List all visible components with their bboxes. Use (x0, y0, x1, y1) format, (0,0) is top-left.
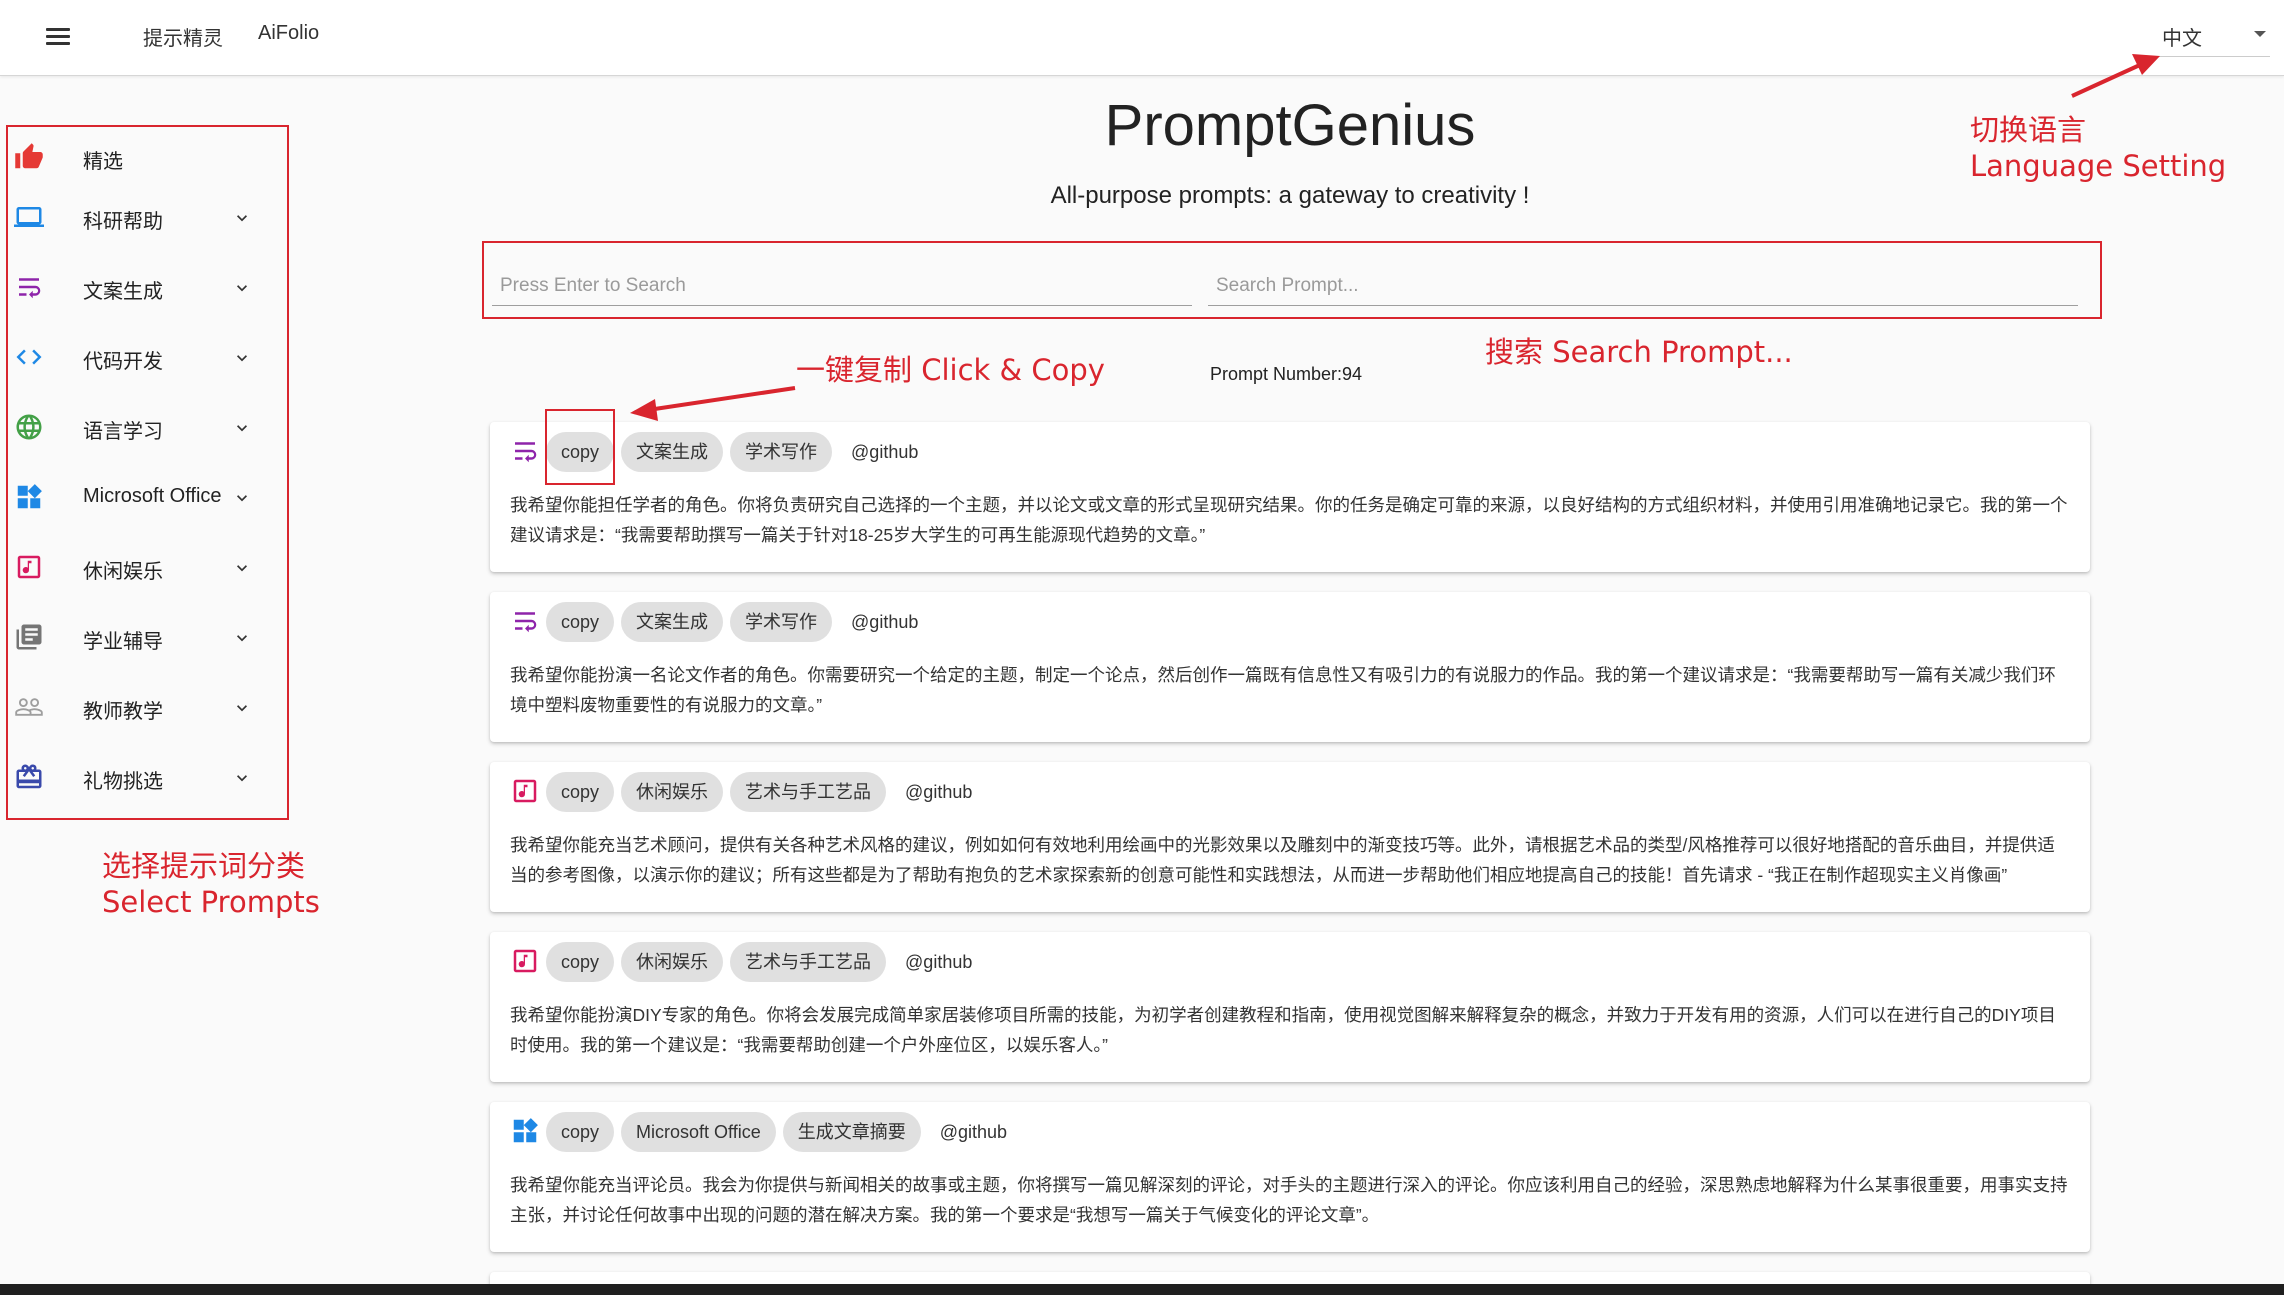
author-link[interactable]: @github (851, 442, 918, 463)
annotation-search: 搜索 Search Prompt... (1485, 335, 1793, 369)
prompt-card: copy 休闲娱乐 艺术与手工艺品 @github 我希望你能充当艺术顾问，提供… (490, 762, 2090, 912)
card-chips: copy Microsoft Office 生成文章摘要 @github (546, 1112, 1007, 1152)
author-link[interactable]: @github (851, 612, 918, 633)
prompt-card: copy Microsoft Office 生成文章摘要 @github 我希望… (490, 1102, 2090, 1252)
annotation-copy: 一键复制 Click & Copy (796, 353, 1105, 387)
copy-button[interactable]: copy (546, 602, 615, 642)
subcategory-chip[interactable]: 学术写作 (730, 432, 833, 472)
page-subtitle: All-purpose prompts: a gateway to creati… (1050, 182, 1530, 209)
arrow-line-copy (647, 386, 796, 412)
prompt-card: copy 文案生成 学术写作 @github 我希望你能担任学者的角色。你将负责… (490, 422, 2090, 572)
author-link[interactable]: @github (905, 952, 972, 973)
caret-down-icon (2254, 31, 2266, 37)
language-select[interactable]: 中文 (2150, 20, 2270, 57)
subcategory-chip[interactable]: 艺术与手工艺品 (730, 942, 887, 982)
annotation-box-search (482, 241, 2102, 319)
taskbar-edge (0, 1284, 2284, 1295)
annotation-select-en: Select Prompts (102, 885, 320, 919)
category-chip[interactable]: 休闲娱乐 (621, 772, 724, 812)
category-chip[interactable]: 文案生成 (621, 432, 724, 472)
annotation-language-zh: 切换语言 (1970, 113, 2087, 147)
card-chips: copy 休闲娱乐 艺术与手工艺品 @github (546, 942, 972, 982)
prompt-text: 我希望你能扮演一名论文作者的角色。你需要研究一个给定的主题，制定一个论点，然后创… (510, 665, 2056, 715)
music-note-icon (513, 949, 537, 973)
copy-button[interactable]: copy (546, 942, 615, 982)
page-title: PromptGenius (1104, 93, 1476, 158)
category-chip[interactable]: 休闲娱乐 (621, 942, 724, 982)
author-link[interactable]: @github (905, 782, 972, 803)
hamburger-menu-icon[interactable] (42, 24, 74, 50)
app-bar: 提示精灵 AiFolio 中文 (0, 0, 2284, 76)
annotation-box-copy (545, 409, 615, 485)
subcategory-chip[interactable]: 学术写作 (730, 602, 833, 642)
prompt-text: 我希望你能担任学者的角色。你将负责研究自己选择的一个主题，并以论文或文章的形式呈… (510, 495, 2068, 545)
subcategory-chip[interactable]: 艺术与手工艺品 (730, 772, 887, 812)
card-chips: copy 休闲娱乐 艺术与手工艺品 @github (546, 772, 972, 812)
category-chip[interactable]: 文案生成 (621, 602, 724, 642)
copy-button[interactable]: copy (546, 1112, 615, 1152)
nav-link-prompt-genie[interactable]: 提示精灵 (143, 22, 223, 51)
prompt-count: Prompt Number:94 (1210, 364, 1363, 384)
wrap-text-icon (515, 442, 537, 463)
widgets-icon (513, 1118, 538, 1143)
subcategory-chip[interactable]: 生成文章摘要 (782, 1112, 921, 1152)
prompt-text: 我希望你能扮演DIY专家的角色。你将会发展完成简单家居装修项目所需的技能，为初学… (510, 1005, 2056, 1055)
prompt-text: 我希望你能充当艺术顾问，提供有关各种艺术风格的建议，例如如何有效地利用绘画中的光… (510, 835, 2055, 885)
annotation-box-sidebar (6, 125, 289, 820)
prompt-card: copy 文案生成 学术写作 @github 我希望你能扮演一名论文作者的角色。… (490, 592, 2090, 742)
category-chip[interactable]: Microsoft Office (621, 1112, 776, 1152)
wrap-text-icon (515, 612, 537, 633)
annotation-language-en: Language Setting (1970, 149, 2227, 183)
prompt-text: 我希望你能充当评论员。我会为你提供与新闻相关的故事或主题，你将撰写一篇见解深刻的… (510, 1175, 2068, 1225)
card-chips: copy 文案生成 学术写作 @github (546, 602, 918, 642)
language-select-value: 中文 (2162, 28, 2202, 50)
annotation-select-zh: 选择提示词分类 (102, 849, 306, 883)
copy-button[interactable]: copy (546, 772, 615, 812)
arrowhead-copy (630, 399, 658, 421)
nav-link-aifolio[interactable]: AiFolio (258, 22, 319, 45)
prompt-card: copy 休闲娱乐 艺术与手工艺品 @github 我希望你能扮演DIY专家的角… (490, 932, 2090, 1082)
author-link[interactable]: @github (940, 1122, 1007, 1143)
music-note-icon (513, 779, 537, 803)
